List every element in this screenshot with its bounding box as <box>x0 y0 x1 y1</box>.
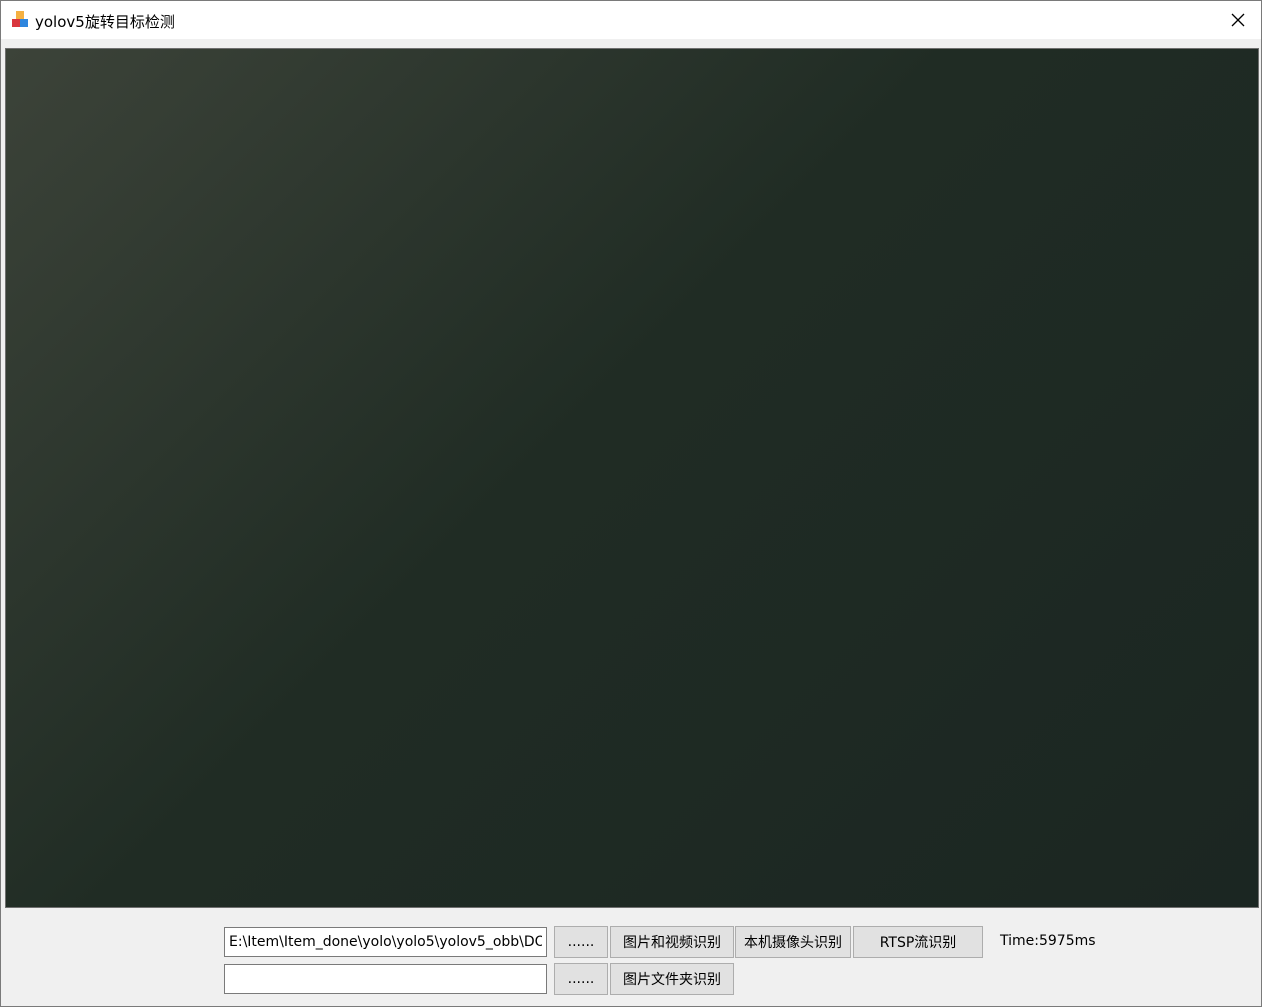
app-icon <box>11 10 29 28</box>
folder-path-input[interactable] <box>224 964 547 994</box>
app-window: yolov5旋转目标检测 ...... 图片和视频识别 本机摄像头识别 RTSP… <box>0 0 1262 1007</box>
image-video-detect-button[interactable]: 图片和视频识别 <box>610 926 734 958</box>
controls-area: ...... 图片和视频识别 本机摄像头识别 RTSP流识别 Time:5975… <box>1 916 1261 1006</box>
detection-result-image <box>6 49 1258 907</box>
camera-detect-button[interactable]: 本机摄像头识别 <box>735 926 851 958</box>
browse-file-button[interactable]: ...... <box>554 926 608 958</box>
title-bar: yolov5旋转目标检测 <box>1 1 1261 39</box>
close-button[interactable] <box>1215 1 1261 39</box>
time-label: Time:5975ms <box>1000 933 1096 949</box>
folder-detect-button[interactable]: 图片文件夹识别 <box>610 963 734 995</box>
browse-folder-button[interactable]: ...... <box>554 963 608 995</box>
rtsp-detect-button[interactable]: RTSP流识别 <box>853 926 983 958</box>
detection-image-panel <box>5 48 1259 908</box>
close-icon <box>1231 13 1245 27</box>
file-path-input[interactable] <box>224 927 547 957</box>
window-title: yolov5旋转目标检测 <box>35 13 175 31</box>
